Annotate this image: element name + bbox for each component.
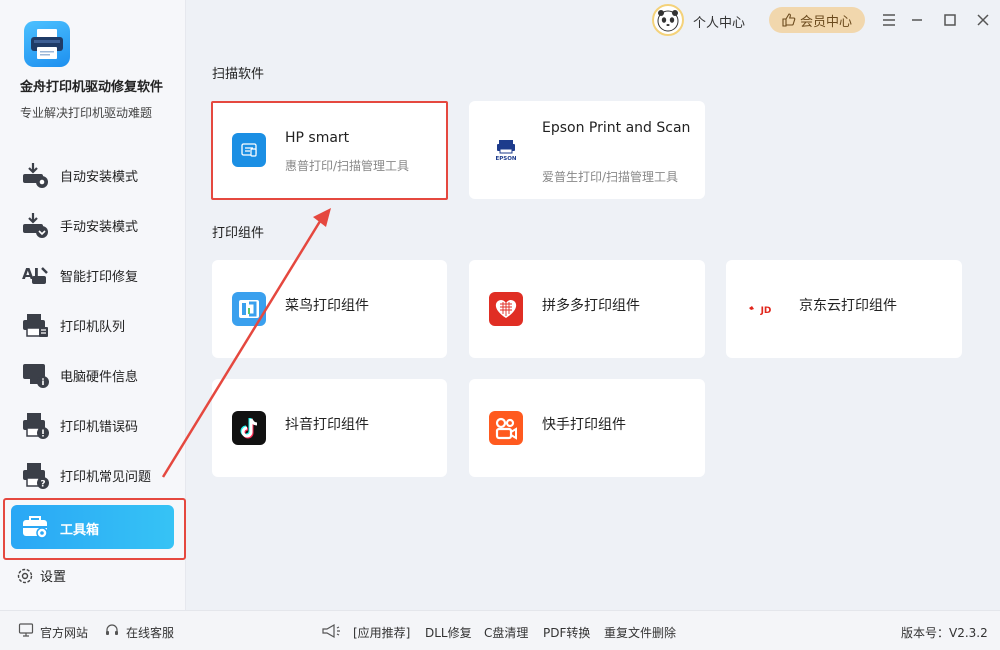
duplicate-file-delete-link[interactable]: 重复文件删除 bbox=[604, 624, 676, 641]
hardware-info-icon bbox=[23, 364, 49, 388]
footer: 官方网站 在线客服 [应用推荐] DLL修复 C盘清理 PDF转换 重复文件删除… bbox=[0, 610, 1000, 650]
personal-center-link[interactable]: 个人中心 bbox=[693, 12, 745, 31]
toolbox-icon bbox=[23, 516, 48, 539]
pdf-convert-link[interactable]: PDF转换 bbox=[543, 624, 590, 641]
svg-text:JD: JD bbox=[760, 306, 772, 316]
menu-icon[interactable] bbox=[880, 11, 898, 29]
manual-install-icon bbox=[23, 213, 48, 238]
kuaishou-icon bbox=[489, 411, 523, 445]
online-service-link[interactable]: 在线客服 bbox=[126, 624, 174, 641]
section-title-scan: 扫描软件 bbox=[212, 67, 265, 82]
app-subtitle: 专业解决打印机驱动难题 bbox=[20, 106, 153, 120]
maximize-icon[interactable] bbox=[941, 11, 959, 29]
svg-text:?: ? bbox=[40, 480, 45, 490]
auto-install-icon bbox=[23, 163, 48, 188]
version-label: 版本号：V2.3.2 bbox=[901, 626, 988, 640]
faq-icon: ? bbox=[23, 463, 49, 490]
sidebar-item-label: 手动安装模式 bbox=[60, 219, 139, 235]
sidebar-item-label: 打印机队列 bbox=[60, 319, 126, 335]
sidebar-item-label: 打印机错误码 bbox=[60, 419, 139, 435]
epson-icon: EPSON bbox=[489, 133, 523, 167]
panda-avatar-icon bbox=[657, 10, 679, 32]
settings-button[interactable]: 设置 bbox=[16, 566, 66, 585]
pinduoduo-card[interactable]: 拼多多打印组件 bbox=[469, 260, 705, 358]
hp-smart-card[interactable]: HP smart 惠普打印/扫描管理工具 bbox=[212, 101, 447, 199]
epson-card[interactable]: EPSON Epson Print and Scan 爱普生打印/扫描管理工具 bbox=[469, 101, 705, 199]
sidebar-item-label: 电脑硬件信息 bbox=[60, 369, 139, 385]
kuaishou-card[interactable]: 快手打印组件 bbox=[469, 379, 705, 477]
jd-icon: JD bbox=[746, 292, 780, 326]
minimize-icon[interactable] bbox=[908, 11, 926, 29]
error-code-icon bbox=[23, 413, 49, 439]
annotation-arrow bbox=[161, 208, 331, 478]
topbar: 个人中心 会员中心 bbox=[186, 0, 1000, 40]
vip-center-button[interactable]: 会员中心 bbox=[769, 7, 865, 33]
avatar[interactable] bbox=[652, 4, 684, 36]
sidebar-item-auto-install[interactable]: 自动安装模式 bbox=[0, 150, 186, 200]
jd-cloud-card[interactable]: JD 京东云打印组件 bbox=[726, 260, 962, 358]
gear-icon bbox=[17, 568, 33, 583]
sidebar-item-toolbox[interactable]: 工具箱 bbox=[0, 498, 186, 560]
card-name: 拼多多打印组件 bbox=[542, 298, 640, 314]
c-drive-clean-link[interactable]: C盘清理 bbox=[484, 624, 528, 641]
sidebar-item-label: 工具箱 bbox=[60, 523, 100, 538]
card-desc: 惠普打印/扫描管理工具 bbox=[285, 159, 410, 173]
card-name: 京东云打印组件 bbox=[799, 298, 897, 314]
card-name: 快手打印组件 bbox=[542, 417, 626, 433]
megaphone-icon bbox=[322, 623, 340, 639]
hp-smart-icon bbox=[232, 133, 266, 167]
monitor-icon bbox=[18, 623, 34, 637]
official-site-link[interactable]: 官方网站 bbox=[40, 624, 88, 641]
recommend-label: [应用推荐] bbox=[353, 626, 411, 640]
app-logo-icon bbox=[24, 21, 70, 67]
thumbs-up-icon bbox=[782, 13, 796, 27]
ai-repair-icon: AI bbox=[22, 265, 48, 284]
dll-repair-link[interactable]: DLL修复 bbox=[425, 624, 472, 641]
sidebar-item-label: 打印机常见问题 bbox=[60, 469, 152, 485]
svg-text:EPSON: EPSON bbox=[495, 156, 516, 162]
close-icon[interactable] bbox=[974, 11, 992, 29]
pinduoduo-icon bbox=[489, 292, 523, 326]
app-title: 金舟打印机驱动修复软件 bbox=[20, 80, 164, 95]
vip-center-label: 会员中心 bbox=[799, 14, 852, 30]
card-desc: 爱普生打印/扫描管理工具 bbox=[542, 170, 679, 184]
sidebar-item-label: 智能打印修复 bbox=[60, 269, 139, 285]
headset-icon bbox=[106, 624, 118, 635]
card-name: HP smart bbox=[285, 130, 350, 146]
settings-label: 设置 bbox=[40, 570, 67, 585]
sidebar-item-label: 自动安装模式 bbox=[60, 169, 139, 185]
card-name: Epson Print and Scan bbox=[542, 120, 691, 136]
printer-queue-icon bbox=[23, 314, 48, 337]
